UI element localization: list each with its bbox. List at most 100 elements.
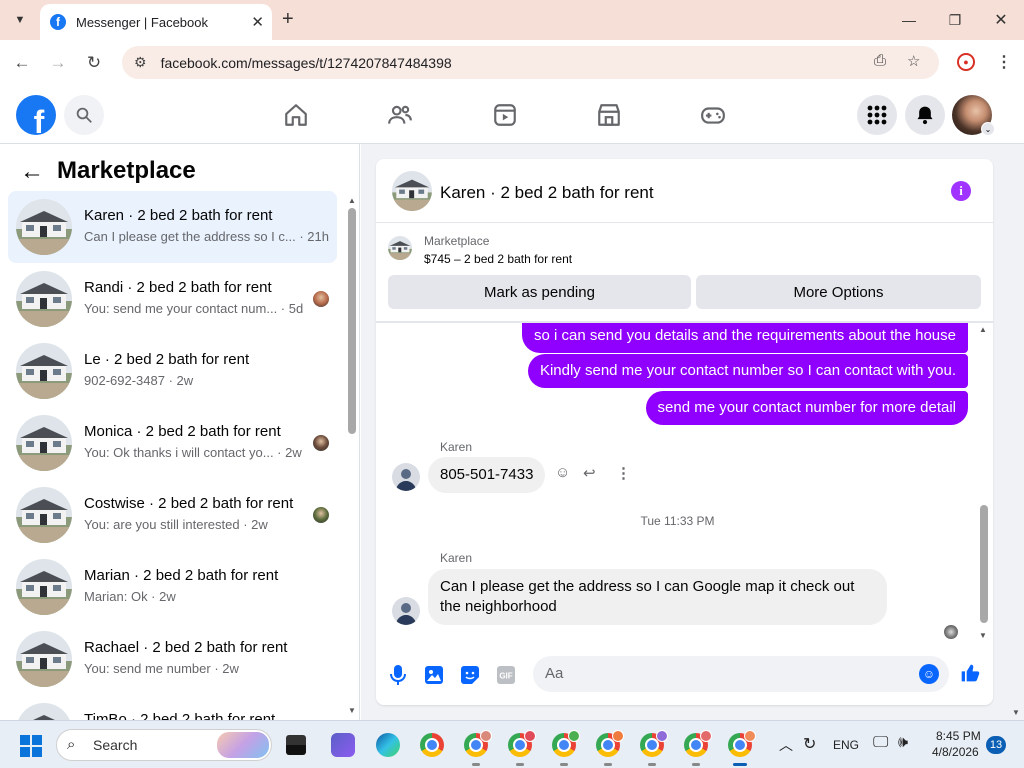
video-icon[interactable] xyxy=(491,101,519,129)
notifications-bell-icon[interactable] xyxy=(905,95,945,135)
gaming-icon[interactable] xyxy=(699,101,727,129)
address-bar[interactable]: ⚙ facebook.com/messages/t/12742078474843… xyxy=(122,46,939,79)
menu-grid-icon[interactable] xyxy=(857,95,897,135)
listing-price[interactable]: $745 – 2 bed 2 bath for rent xyxy=(424,252,572,266)
message-thread: so i can send you details and the requir… xyxy=(376,323,993,649)
more-options-button[interactable]: More Options xyxy=(696,275,981,309)
sent-message[interactable]: send me your contact number for more det… xyxy=(645,391,968,425)
browser-profile-icon[interactable]: ● xyxy=(957,53,975,71)
read-receipt-avatar xyxy=(313,435,329,451)
running-indicator xyxy=(604,763,612,766)
profile-badge-icon xyxy=(700,730,712,742)
scroll-up-icon[interactable]: ▲ xyxy=(979,325,987,334)
close-window-icon[interactable]: ✕ xyxy=(987,8,1015,32)
conversation-preview: You: Ok thanks i will contact yo... · 2w xyxy=(84,445,302,460)
scroll-down-icon[interactable]: ▼ xyxy=(979,631,987,640)
conversation-item[interactable]: TimBo · 2 bed 2 bath for rent xyxy=(8,695,337,720)
microphone-icon[interactable] xyxy=(388,665,408,685)
clock-date[interactable]: 4/8/2026 xyxy=(932,745,979,759)
listing-thumbnail xyxy=(16,487,72,543)
tab-close-icon[interactable]: ✕ xyxy=(251,13,264,31)
tray-chevron-icon[interactable]: ︿ xyxy=(779,735,793,755)
home-icon[interactable] xyxy=(282,101,310,129)
language-indicator[interactable]: ENG xyxy=(833,738,859,752)
back-arrow-icon[interactable]: ← xyxy=(9,50,35,76)
react-emoji-icon[interactable]: ☺ xyxy=(555,464,570,481)
site-settings-icon[interactable]: ⚙ xyxy=(134,54,147,71)
edge-icon[interactable] xyxy=(376,733,400,757)
notification-badge[interactable]: 13 xyxy=(986,736,1006,754)
conversation-item[interactable]: Marian · 2 bed 2 bath for rent Marian: Ok… xyxy=(8,551,337,623)
facebook-logo-icon[interactable]: f xyxy=(16,95,56,135)
conversation-item[interactable]: Randi · 2 bed 2 bath for rent You: send m… xyxy=(8,263,337,335)
sent-message[interactable]: Kindly send me your contact number so I … xyxy=(527,354,968,388)
running-indicator xyxy=(692,763,700,766)
install-app-icon[interactable]: ⎙ xyxy=(874,52,886,69)
profile-badge-icon xyxy=(480,730,492,742)
search-icon xyxy=(76,107,92,123)
conversation-preview: You: send me number · 2w xyxy=(84,661,239,676)
listing-thumbnail[interactable] xyxy=(388,236,412,260)
emoji-icon[interactable]: ☺ xyxy=(919,664,939,684)
network-icon[interactable]: 🖵 xyxy=(873,734,888,752)
scrollbar-thumb[interactable] xyxy=(980,505,988,623)
received-message[interactable]: Can I please get the address so I can Go… xyxy=(428,569,887,625)
message-input[interactable]: Aa ☺ xyxy=(533,656,949,692)
mark-as-pending-button[interactable]: Mark as pending xyxy=(388,275,691,309)
browser-menu-icon[interactable]: ⋮ xyxy=(996,52,1012,72)
conversation-item[interactable]: Karen · 2 bed 2 bath for rent Can I pleas… xyxy=(8,191,337,263)
photo-icon[interactable] xyxy=(424,665,444,685)
account-chevron-icon[interactable]: ⌄ xyxy=(981,122,995,136)
restore-icon[interactable]: ❐ xyxy=(941,8,969,32)
teams-icon[interactable] xyxy=(331,733,355,757)
forward-arrow-icon[interactable]: → xyxy=(45,50,71,76)
sent-message[interactable]: so i can send you details and the requir… xyxy=(522,323,968,353)
listing-thumbnail xyxy=(16,271,72,327)
info-icon[interactable]: i xyxy=(951,181,971,201)
marketplace-icon[interactable] xyxy=(595,101,623,129)
scrollbar-thumb[interactable] xyxy=(348,208,356,434)
sync-icon[interactable]: ↻ xyxy=(803,734,816,754)
browser-tabstrip: ▼ f Messenger | Facebook ✕ + — ❐ ✕ xyxy=(0,0,1024,40)
conversation-item[interactable]: Costwise · 2 bed 2 bath for rent You: are… xyxy=(8,479,337,551)
scroll-down-icon[interactable]: ▼ xyxy=(348,706,356,715)
browser-tab[interactable]: f Messenger | Facebook ✕ xyxy=(40,4,272,40)
chat-scrollbar[interactable]: ▲ ▼ xyxy=(979,323,989,640)
conversation-name: Randi · 2 bed 2 bath for rent xyxy=(84,279,272,296)
conversation-scrollbar[interactable]: ▲ ▼ xyxy=(348,196,356,716)
sender-avatar[interactable] xyxy=(392,597,420,625)
profile-badge-icon xyxy=(656,730,668,742)
chat-title[interactable]: Karen · 2 bed 2 bath for rent xyxy=(440,183,654,203)
volume-icon[interactable]: 🕪 xyxy=(898,734,908,752)
profile-badge-icon xyxy=(612,730,624,742)
back-arrow-icon[interactable]: ← xyxy=(20,160,44,184)
conversation-item[interactable]: Rachael · 2 bed 2 bath for rent You: send… xyxy=(8,623,337,695)
scroll-up-icon[interactable]: ▲ xyxy=(348,196,356,205)
search-button[interactable] xyxy=(64,95,104,135)
thumbs-up-icon[interactable] xyxy=(960,663,980,683)
conversation-item[interactable]: Le · 2 bed 2 bath for rent 902-692-3487 ·… xyxy=(8,335,337,407)
tab-search-chevron-icon[interactable]: ▼ xyxy=(8,8,32,32)
windows-start-icon[interactable] xyxy=(20,735,42,757)
reload-icon[interactable]: ↻ xyxy=(81,50,107,76)
url-text[interactable]: facebook.com/messages/t/1274207847484398 xyxy=(161,55,452,71)
sender-avatar[interactable] xyxy=(392,463,420,491)
read-receipt-avatar xyxy=(313,291,329,307)
received-message[interactable]: 805-501-7433 xyxy=(428,457,546,493)
task-view-icon[interactable] xyxy=(286,735,306,755)
bookmark-star-icon[interactable]: ☆ xyxy=(907,52,920,70)
friends-icon[interactable] xyxy=(386,101,414,129)
chrome-icon[interactable] xyxy=(420,733,444,757)
minimize-icon[interactable]: — xyxy=(895,8,923,32)
taskbar-search[interactable]: ⌕ Search xyxy=(56,729,272,761)
gif-icon[interactable]: GIF xyxy=(496,665,516,685)
more-actions-icon[interactable]: ⋮ xyxy=(616,464,631,482)
page-scroll-down-icon[interactable]: ▼ xyxy=(1012,708,1020,717)
chat-listing-thumbnail[interactable] xyxy=(392,171,432,211)
reply-icon[interactable]: ↩ xyxy=(583,464,596,482)
clock-time[interactable]: 8:45 PM xyxy=(936,729,981,743)
conversation-item[interactable]: Monica · 2 bed 2 bath for rent You: Ok th… xyxy=(8,407,337,479)
sticker-icon[interactable] xyxy=(460,665,480,685)
profile-badge-icon xyxy=(744,730,756,742)
new-tab-icon[interactable]: + xyxy=(282,8,294,30)
